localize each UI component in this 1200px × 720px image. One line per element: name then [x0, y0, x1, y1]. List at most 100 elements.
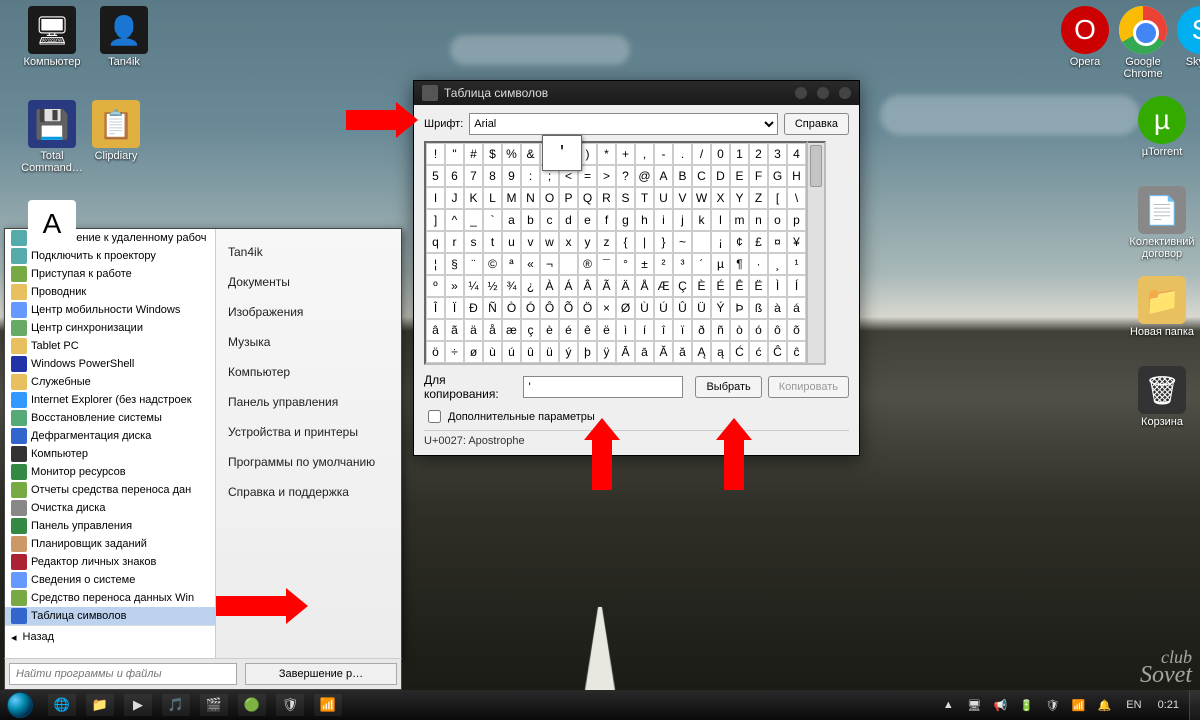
char-cell[interactable]: * — [597, 143, 616, 165]
char-cell[interactable]: é — [559, 319, 578, 341]
char-cell[interactable]: Ç — [673, 275, 692, 297]
char-cell[interactable]: q — [426, 231, 445, 253]
taskbar-quick-item[interactable]: 🎵 — [162, 694, 190, 716]
language-indicator[interactable]: EN — [1126, 699, 1141, 711]
char-cell[interactable]: ą — [711, 341, 730, 363]
char-cell[interactable]: | — [635, 231, 654, 253]
char-cell[interactable]: ¥ — [787, 231, 806, 253]
char-cell[interactable]: h — [635, 209, 654, 231]
char-cell[interactable]: ï — [673, 319, 692, 341]
start-menu-link[interactable]: Устройства и принтеры — [228, 417, 389, 447]
char-cell[interactable]: Â — [578, 275, 597, 297]
char-cell[interactable]: å — [483, 319, 502, 341]
char-cell[interactable]: þ — [578, 341, 597, 363]
char-cell[interactable]: d — [559, 209, 578, 231]
desktop-icon[interactable]: 💾Total Command… — [16, 100, 88, 174]
char-cell[interactable]: ö — [426, 341, 445, 363]
char-cell[interactable]: ³ — [673, 253, 692, 275]
char-cell[interactable]: 8 — [483, 165, 502, 187]
char-cell[interactable]: - — [654, 143, 673, 165]
char-cell[interactable]: } — [654, 231, 673, 253]
char-cell[interactable]: w — [540, 231, 559, 253]
start-button[interactable] — [0, 690, 40, 720]
char-cell[interactable]: Ú — [654, 297, 673, 319]
char-cell[interactable]: ¸ — [768, 253, 787, 275]
character-grid[interactable]: !"#$%&'()*+,-./0123456789:;<=>?@ABCDEFGH… — [424, 141, 808, 365]
char-cell[interactable]: P — [559, 187, 578, 209]
char-cell[interactable] — [692, 231, 711, 253]
start-menu-item[interactable]: Отчеты средства переноса дан — [5, 481, 215, 499]
char-cell[interactable]: 7 — [464, 165, 483, 187]
char-cell[interactable]: £ — [749, 231, 768, 253]
show-desktop-button[interactable] — [1189, 690, 1200, 720]
start-menu-item[interactable]: Проводник — [5, 283, 215, 301]
start-menu-item[interactable]: Компьютер — [5, 445, 215, 463]
char-cell[interactable]: 2 — [749, 143, 768, 165]
start-menu-link[interactable]: Справка и поддержка — [228, 477, 389, 507]
char-cell[interactable]: X — [711, 187, 730, 209]
desktop-icon[interactable]: 👤Tan4ik — [88, 6, 160, 68]
char-cell[interactable]: á — [787, 297, 806, 319]
char-cell[interactable]: V — [673, 187, 692, 209]
char-cell[interactable]: Ă — [654, 341, 673, 363]
char-cell[interactable]: Ð — [464, 297, 483, 319]
char-cell[interactable]: ó — [749, 319, 768, 341]
char-cell[interactable]: ñ — [711, 319, 730, 341]
char-cell[interactable]: ¬ — [540, 253, 559, 275]
char-cell[interactable]: F — [749, 165, 768, 187]
char-cell[interactable]: ß — [749, 297, 768, 319]
char-cell[interactable]: ð — [692, 319, 711, 341]
taskbar-quick-item[interactable]: 📁 — [86, 694, 114, 716]
char-cell[interactable]: D — [711, 165, 730, 187]
char-cell[interactable]: Õ — [559, 297, 578, 319]
start-menu-link[interactable]: Музыка — [228, 327, 389, 357]
desktop-icon[interactable]: 🗑Корзина — [1126, 366, 1198, 428]
char-cell[interactable]: 4 — [787, 143, 806, 165]
help-button[interactable]: Справка — [784, 113, 849, 135]
char-cell[interactable]: Ó — [521, 297, 540, 319]
char-cell[interactable]: \ — [787, 187, 806, 209]
start-menu-item[interactable]: Приступая к работе — [5, 265, 215, 283]
close-button[interactable] — [839, 87, 851, 99]
char-cell[interactable]: Ą — [692, 341, 711, 363]
start-menu-back[interactable]: ◂Назад — [5, 625, 215, 648]
char-cell[interactable]: 1 — [730, 143, 749, 165]
char-cell[interactable]: Ā — [616, 341, 635, 363]
start-menu-item[interactable]: Планировщик заданий — [5, 535, 215, 553]
desktop-icon[interactable]: µµTorrent — [1126, 96, 1198, 158]
start-menu-item[interactable]: Средство переноса данных Win — [5, 589, 215, 607]
char-cell[interactable]: Í — [787, 275, 806, 297]
start-menu-link[interactable]: Программы по умолчанию — [228, 447, 389, 477]
char-cell[interactable]: S — [616, 187, 635, 209]
char-cell[interactable]: ì — [616, 319, 635, 341]
char-cell[interactable]: Ì — [768, 275, 787, 297]
char-cell[interactable]: ¼ — [464, 275, 483, 297]
char-cell[interactable]: § — [445, 253, 464, 275]
char-cell[interactable]: & — [521, 143, 540, 165]
char-cell[interactable]: µ — [711, 253, 730, 275]
char-cell[interactable]: × — [597, 297, 616, 319]
start-menu-link[interactable]: Компьютер — [228, 357, 389, 387]
grid-scrollbar[interactable] — [808, 141, 826, 365]
char-cell[interactable]: g — [616, 209, 635, 231]
tray-icon[interactable]: 🖥 — [966, 697, 982, 713]
char-cell[interactable]: H — [787, 165, 806, 187]
taskbar-quick-item[interactable]: 🎬 — [200, 694, 228, 716]
char-cell[interactable]: É — [711, 275, 730, 297]
tray-icon[interactable]: ▲ — [940, 697, 956, 713]
char-cell[interactable]: % — [502, 143, 521, 165]
char-cell[interactable]: Ï — [445, 297, 464, 319]
char-cell[interactable]: 3 — [768, 143, 787, 165]
char-cell[interactable]: ] — [426, 209, 445, 231]
char-cell[interactable]: ¦ — [426, 253, 445, 275]
start-menu-link[interactable]: Изображения — [228, 297, 389, 327]
char-cell[interactable]: y — [578, 231, 597, 253]
char-cell[interactable]: ¿ — [521, 275, 540, 297]
desktop-icon[interactable]: SSkype — [1172, 6, 1200, 68]
char-cell[interactable]: 6 — [445, 165, 464, 187]
char-cell[interactable]: i — [654, 209, 673, 231]
char-cell[interactable]: Æ — [654, 275, 673, 297]
char-cell[interactable]: ă — [673, 341, 692, 363]
char-cell[interactable]: ¯ — [597, 253, 616, 275]
char-cell[interactable]: x — [559, 231, 578, 253]
